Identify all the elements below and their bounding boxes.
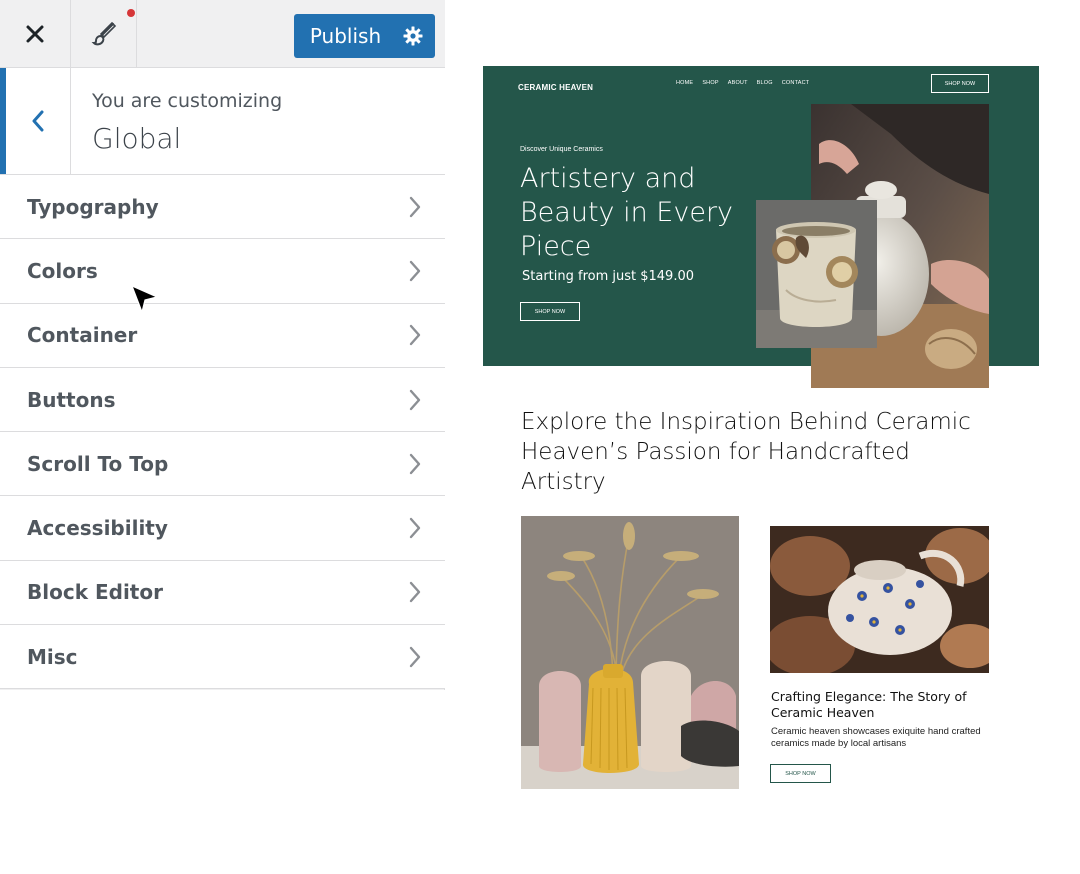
menu-item-colors[interactable]: Colors [0,239,445,304]
close-icon [26,25,44,43]
menu-item-label: Block Editor [27,580,163,605]
paintbrush-icon [91,21,116,46]
menu-item-typography[interactable]: Typography [0,175,445,240]
hero-shop-now-button[interactable]: SHOP NOW [520,302,580,321]
menu-item-container[interactable]: Container [0,303,445,368]
nav-link-contact[interactable]: CONTACT [782,80,810,86]
customizer-sidebar: Publish You are customizing Global Typog… [0,0,445,690]
menu-item-label: Container [27,323,138,348]
gear-icon [403,26,423,46]
chevron-right-icon [409,196,421,217]
teapot-image [770,526,989,673]
nav-link-blog[interactable]: BLOG [757,80,773,86]
customizer-header: Publish [0,0,445,68]
customizer-menu: Typography Colors Container Buttons Scro… [0,175,445,690]
chevron-left-icon [32,110,44,132]
publish-button[interactable]: Publish [294,14,391,58]
menu-item-label: Misc [27,644,78,669]
site-nav: HOME SHOP ABOUT BLOG CONTACT [676,80,809,86]
card-title: Crafting Elegance: The Story of Ceramic … [771,689,967,720]
hero-subheading: Starting from just $149.00 [522,269,694,284]
customizing-label: You are customizing [92,90,283,112]
site-brand[interactable]: CERAMIC HEAVEN [518,83,593,92]
card-text: Ceramic heaven showcases exiquite hand c… [771,726,981,749]
section-header: You are customizing Global [0,68,445,175]
back-button[interactable] [0,68,71,174]
chevron-right-icon [409,389,421,410]
menu-item-scroll-to-top[interactable]: Scroll To Top [0,432,445,497]
mouse-cursor-icon [130,284,159,314]
menu-item-block-editor[interactable]: Block Editor [0,560,445,626]
chevron-right-icon [409,453,421,475]
chevron-right-icon [409,325,421,346]
vases-image [521,516,739,789]
menu-item-buttons[interactable]: Buttons [0,367,445,433]
menu-item-label: Colors [27,258,98,283]
menu-item-label: Scroll To Top [27,451,169,476]
chevron-right-icon [409,517,421,539]
header-shop-now-button[interactable]: SHOP NOW [931,74,989,93]
chevron-right-icon [409,260,421,282]
card-shop-now-button[interactable]: SHOP NOW [770,764,831,783]
hero-kicker: Discover Unique Ceramics [520,146,603,153]
nav-link-home[interactable]: HOME [676,80,693,86]
nav-link-about[interactable]: ABOUT [728,80,748,86]
menu-item-label: Accessibility [27,516,168,541]
menu-item-label: Typography [27,194,159,219]
menu-item-accessibility[interactable]: Accessibility [0,496,445,561]
chevron-right-icon [409,582,421,603]
hero-heading: Artistery and Beauty in Every Piece [520,163,734,262]
notification-dot [127,9,135,17]
mug-image [756,200,877,348]
publish-group: Publish [294,14,435,58]
section-title: Global [92,122,182,155]
chevron-right-icon [409,646,421,667]
publish-settings-button[interactable] [391,14,435,58]
nav-link-shop[interactable]: SHOP [702,80,718,86]
menu-item-misc[interactable]: Misc [0,625,445,690]
explore-heading: Explore the Inspiration Behind Ceramic H… [521,409,971,495]
menu-item-label: Buttons [27,387,116,412]
close-button[interactable] [0,0,71,68]
